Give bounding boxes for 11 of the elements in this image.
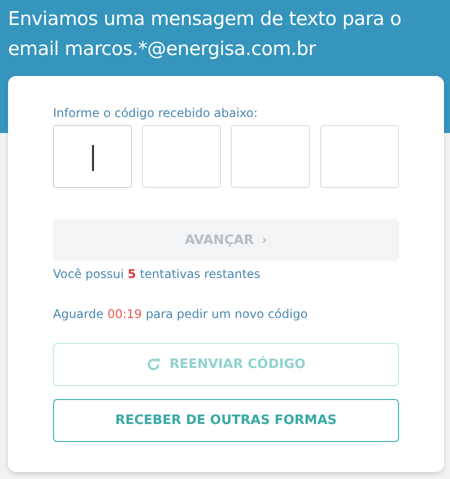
wait-text: Aguarde 00:19 para pedir um novo código — [53, 306, 309, 322]
code-digit-field[interactable] — [53, 125, 132, 188]
page-heading: Enviamos uma mensagem de texto para o email marcos.*@energisa.com.br — [8, 7, 402, 62]
code-digit-field[interactable] — [320, 125, 399, 188]
code-digit-field[interactable] — [231, 125, 310, 188]
code-digit-field[interactable] — [142, 125, 221, 188]
other-methods-button[interactable]: RECEBER DE OUTRAS FORMAS — [53, 399, 399, 442]
attempts-text: Você possui 5 tentativas restantes — [53, 266, 262, 282]
chevron-icon: › — [262, 232, 268, 248]
refresh-icon — [146, 357, 162, 372]
code-label: Informe o código recebido abaixo: — [53, 105, 259, 121]
